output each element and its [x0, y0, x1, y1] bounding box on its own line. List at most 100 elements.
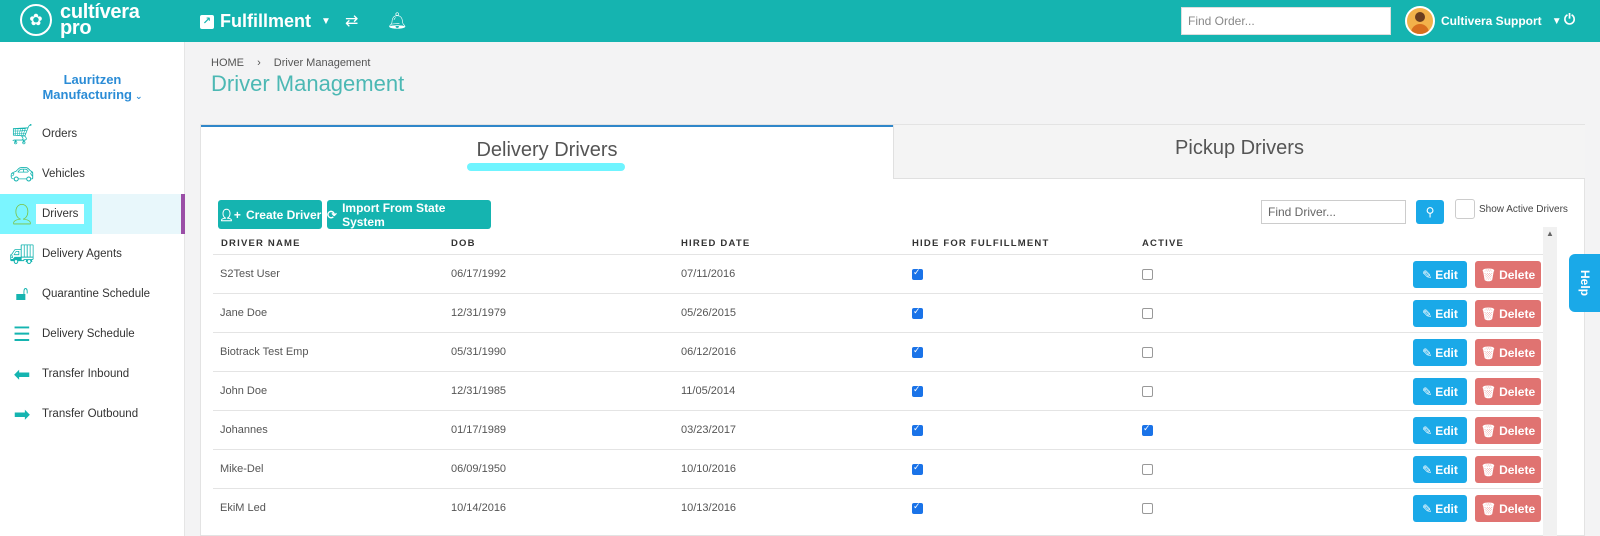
trash-icon: 🗑︎ — [1480, 423, 1497, 438]
tab-delivery-drivers[interactable]: Delivery Drivers — [201, 125, 893, 179]
edit-icon: ✎ — [1422, 384, 1433, 399]
hide-for-fulfillment-checkbox[interactable] — [912, 423, 923, 436]
bell-icon[interactable]: 🔔︎ — [387, 11, 407, 31]
sidebar: Lauritzen Manufacturing ⌄ 🛒︎ Orders 🚗︎ Ve… — [0, 42, 185, 536]
sidebar-item-label: Orders — [42, 128, 78, 140]
active-checkbox[interactable] — [1142, 503, 1153, 514]
dob-cell: 06/17/1992 — [451, 268, 507, 280]
delete-button[interactable]: 🗑︎ Delete — [1475, 417, 1541, 444]
table-row: EkiM Led 10/14/2016 10/13/2016 ✎Edit 🗑︎Delet… — [213, 488, 1543, 527]
breadcrumb: HOME › Driver Management — [211, 57, 370, 69]
table-row: John Doe 12/31/1985 11/05/2014 ✎Edit 🗑︎Delet… — [213, 371, 1543, 410]
active-checkbox[interactable] — [1142, 464, 1153, 475]
dob-cell: 05/31/1990 — [451, 346, 507, 358]
swap-icon[interactable]: ⇄ — [345, 11, 358, 31]
edit-icon: ✎ — [1422, 267, 1433, 282]
table-row: Mike-Del 06/09/1950 10/10/2016 ✎Edit 🗑︎Delet… — [213, 449, 1543, 488]
sidebar-item-transfer-outbound[interactable]: ➡ Transfer Outbound — [0, 394, 185, 434]
brand-logo[interactable]: ✿ cultívera pro — [20, 2, 140, 38]
find-order-input[interactable] — [1181, 7, 1391, 35]
drivers-panel: Delivery Drivers Pickup Drivers 👤︎+ Crea… — [200, 124, 1585, 536]
active-checkbox[interactable] — [1142, 269, 1153, 280]
active-checkbox[interactable] — [1142, 308, 1153, 319]
edit-button[interactable]: ✎ Edit — [1413, 339, 1467, 366]
tab-label: Delivery Drivers — [476, 139, 618, 161]
delete-button[interactable]: 🗑︎ Delete — [1475, 456, 1541, 483]
sidebar-item-label: Quarantine Schedule — [42, 288, 151, 300]
edit-button[interactable]: ✎ Edit — [1413, 300, 1467, 327]
refresh-icon: ⟳ — [327, 207, 338, 222]
active-checkbox[interactable] — [1142, 423, 1153, 436]
sidebar-item-delivery-schedule[interactable]: ☰ Delivery Schedule — [0, 314, 185, 354]
hired-date-cell: 07/11/2016 — [681, 268, 736, 280]
hired-date-cell: 06/12/2016 — [681, 346, 737, 358]
sidebar-item-transfer-inbound[interactable]: ⬅ Transfer Inbound — [0, 354, 185, 394]
module-switcher[interactable]: ↗ Fulfillment ▼ — [200, 11, 331, 32]
hide-for-fulfillment-checkbox[interactable] — [912, 462, 923, 475]
company-line1: Lauritzen — [63, 72, 122, 87]
sidebar-item-drivers[interactable]: 👤︎ Drivers — [0, 194, 185, 234]
hide-for-fulfillment-checkbox[interactable] — [912, 267, 923, 280]
col-header-driver-name[interactable]: DRIVER NAME — [221, 238, 301, 249]
tab-pickup-drivers[interactable]: Pickup Drivers — [893, 125, 1585, 179]
chevron-down-icon: ⌄ — [135, 91, 143, 101]
hired-date-cell: 03/23/2017 — [681, 424, 737, 436]
power-icon[interactable]: ⏻ — [1564, 11, 1575, 28]
sidebar-item-orders[interactable]: 🛒︎ Orders — [0, 114, 185, 154]
table-scrollbar[interactable]: ▲ — [1543, 227, 1557, 536]
delete-button[interactable]: 🗑︎ Delete — [1475, 378, 1541, 405]
edit-button[interactable]: ✎ Edit — [1413, 456, 1467, 483]
sidebar-item-vehicles[interactable]: 🚗︎ Vehicles — [0, 154, 185, 194]
company-selector[interactable]: Lauritzen Manufacturing ⌄ — [0, 72, 185, 104]
active-checkbox[interactable] — [1142, 386, 1153, 397]
hide-for-fulfillment-checkbox[interactable] — [912, 384, 923, 397]
col-header-hired-date[interactable]: HIRED DATE — [681, 238, 750, 249]
show-active-checkbox[interactable] — [1455, 199, 1475, 219]
delete-button[interactable]: 🗑︎ Delete — [1475, 261, 1541, 288]
user-menu[interactable]: Cultivera Support ▼ — [1405, 6, 1562, 36]
trash-icon: 🗑︎ — [1480, 384, 1497, 399]
delete-button[interactable]: 🗑︎ Delete — [1475, 339, 1541, 366]
cart-icon: 🛒︎ — [9, 123, 35, 146]
help-tab[interactable]: Help — [1569, 254, 1600, 312]
edit-icon: ✎ — [1422, 345, 1433, 360]
sidebar-item-label: Delivery Schedule — [42, 328, 135, 340]
hired-date-cell: 10/13/2016 — [681, 502, 737, 514]
col-header-dob[interactable]: DOB — [451, 238, 476, 249]
edit-button[interactable]: ✎ Edit — [1413, 378, 1467, 405]
page-title: Driver Management — [211, 71, 405, 96]
driver-name-cell: Johannes — [220, 424, 268, 436]
company-line2: Manufacturing — [42, 87, 132, 102]
import-state-button[interactable]: ⟳ Import From State System — [327, 200, 491, 229]
trash-icon: 🗑︎ — [1480, 501, 1497, 516]
col-header-active[interactable]: ACTIVE — [1142, 238, 1184, 249]
sidebar-item-quarantine-schedule[interactable]: 🔓︎ Quarantine Schedule — [0, 274, 185, 314]
show-active-label: Show Active Drivers — [1479, 204, 1568, 215]
breadcrumb-current: Driver Management — [273, 57, 371, 69]
hide-for-fulfillment-checkbox[interactable] — [912, 345, 923, 358]
driver-name-cell: EkiM Led — [220, 502, 266, 514]
sidebar-item-label: Transfer Inbound — [42, 368, 130, 380]
edit-icon: ✎ — [1422, 423, 1433, 438]
user-icon: 👤︎ — [9, 203, 35, 226]
truck-icon: 🚚︎ — [9, 243, 35, 266]
hide-for-fulfillment-checkbox[interactable] — [912, 306, 923, 319]
sidebar-item-delivery-agents[interactable]: 🚚︎ Delivery Agents — [0, 234, 185, 274]
col-header-hide-for-fulfillment[interactable]: HIDE FOR FULFILLMENT — [912, 238, 1049, 249]
delete-button[interactable]: 🗑︎ Delete — [1475, 495, 1541, 522]
find-driver-input[interactable] — [1261, 200, 1406, 224]
delete-button[interactable]: 🗑︎ Delete — [1475, 300, 1541, 327]
dob-cell: 10/14/2016 — [451, 502, 507, 514]
sidebar-item-label: Delivery Agents — [42, 248, 122, 260]
top-bar: ✿ cultívera pro ↗ Fulfillment ▼ ⇄ 🔔︎ Cul… — [0, 0, 1600, 42]
dob-cell: 06/09/1950 — [451, 463, 507, 475]
edit-button[interactable]: ✎ Edit — [1413, 261, 1467, 288]
search-button[interactable]: ⚲ — [1416, 200, 1444, 224]
edit-button[interactable]: ✎ Edit — [1413, 495, 1467, 522]
breadcrumb-home[interactable]: HOME — [211, 57, 244, 69]
create-driver-button[interactable]: 👤︎+ Create Driver — [218, 200, 322, 229]
active-checkbox[interactable] — [1142, 347, 1153, 358]
hide-for-fulfillment-checkbox[interactable] — [912, 501, 923, 514]
edit-button[interactable]: ✎ Edit — [1413, 417, 1467, 444]
hired-date-cell: 11/05/2014 — [681, 385, 736, 397]
